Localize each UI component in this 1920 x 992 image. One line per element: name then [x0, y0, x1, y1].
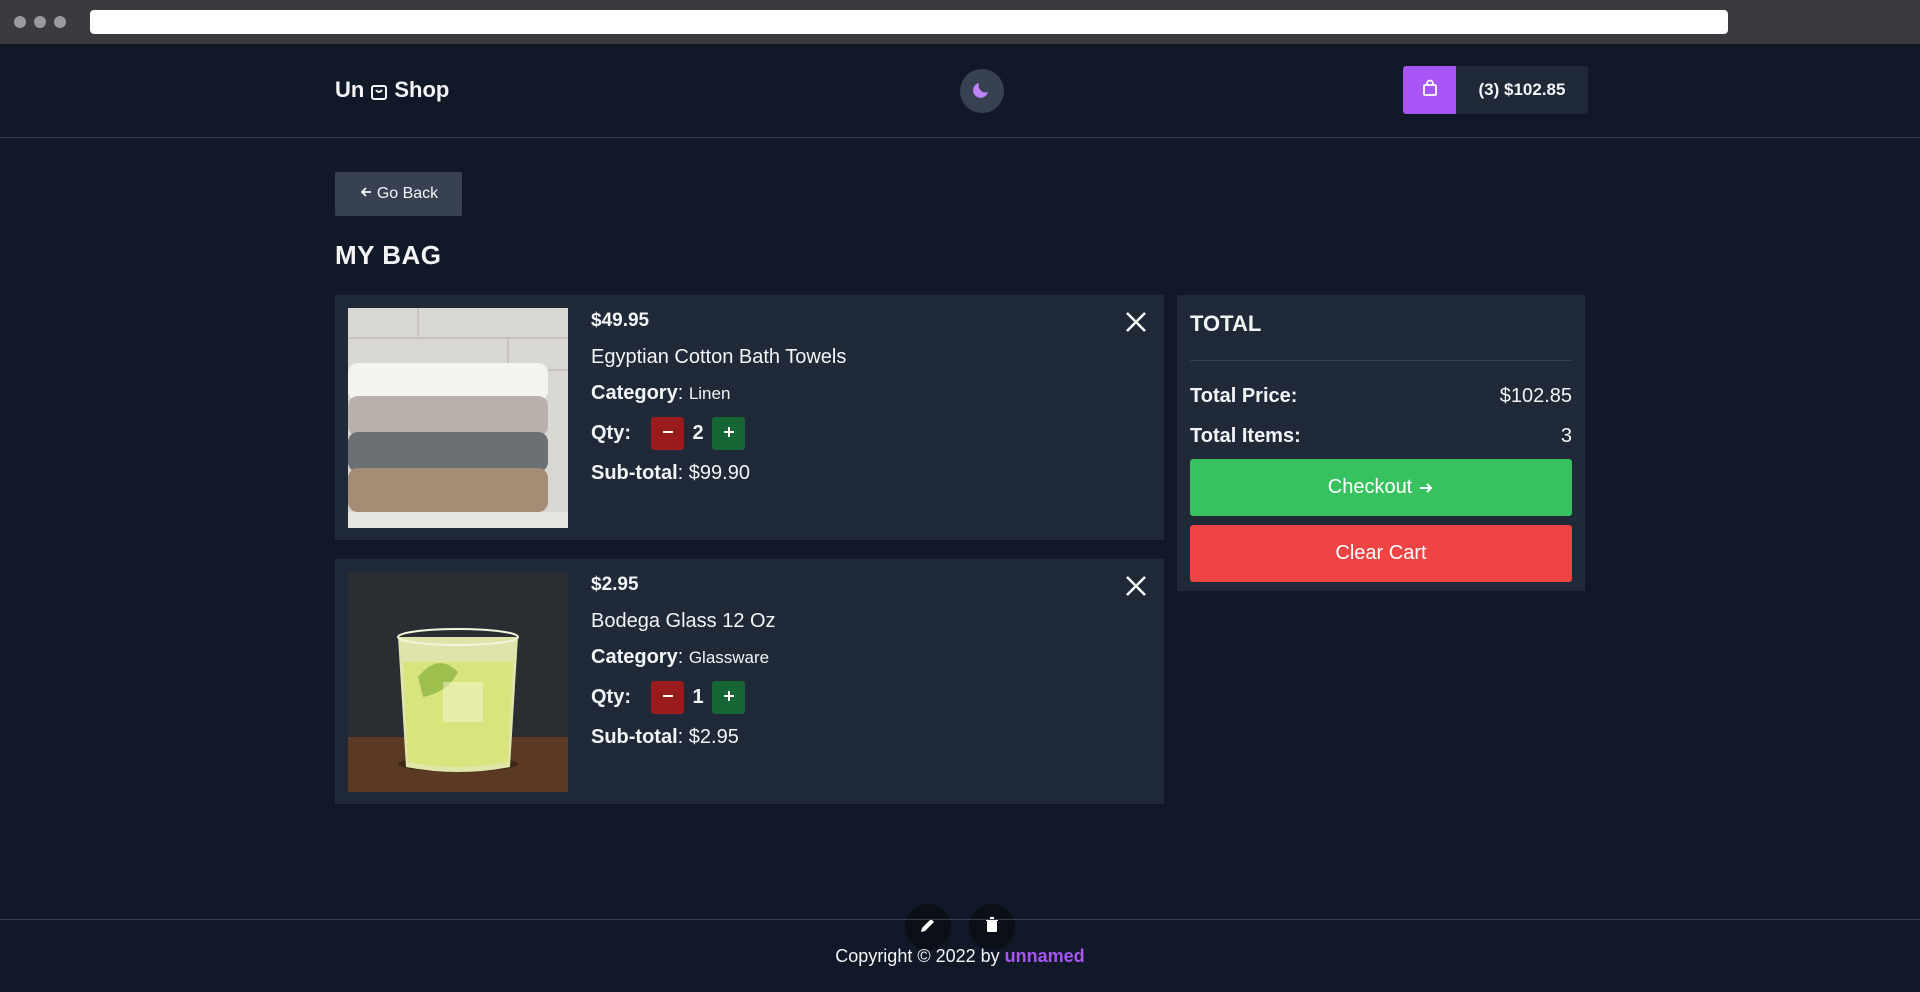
checkout-label: Checkout [1327, 476, 1413, 498]
subtotal-value: $99.90 [688, 462, 750, 484]
category-value: Linen [688, 384, 731, 403]
plus-icon [722, 422, 736, 445]
item-name[interactable]: Bodega Glass 12 Oz [591, 608, 776, 634]
site-header: Un Shop (3) $102.85 [0, 44, 1920, 138]
item-category: Category: Linen [591, 382, 731, 404]
cart-button[interactable]: (3) $102.85 [1403, 66, 1588, 114]
total-items-label: Total Items: [1190, 424, 1301, 447]
arrow-left-icon [359, 185, 373, 204]
increase-qty-button[interactable] [712, 680, 745, 714]
decrease-qty-button[interactable] [651, 416, 684, 450]
product-image-towels[interactable] [348, 308, 568, 528]
item-price: $49.95 [591, 310, 650, 331]
category-label: Category [591, 382, 678, 404]
item-name[interactable]: Egyptian Cotton Bath Towels [591, 344, 846, 370]
window-close-dot[interactable] [14, 16, 26, 28]
site-footer: Copyright © 2022 by unnamed [0, 919, 1920, 992]
copyright-text: Copyright © 2022 by unnamed [0, 946, 1920, 967]
remove-item-button[interactable] [1124, 574, 1148, 598]
subtotal-label: Sub-total [591, 462, 678, 484]
moon-icon [972, 79, 992, 104]
window-maximize-dot[interactable] [54, 16, 66, 28]
qty-label: Qty: [591, 421, 631, 444]
total-price-row: Total Price: $102.85 [1190, 376, 1572, 416]
subtotal-value: $2.95 [688, 726, 739, 748]
brand-link[interactable]: unnamed [1005, 946, 1085, 966]
subtotal-label: Sub-total [591, 726, 678, 748]
item-subtotal: Sub-total: $2.95 [591, 726, 739, 748]
shopping-bag-icon [370, 81, 388, 100]
item-details: $2.95 Bodega Glass 12 Oz Category: Glass… [591, 572, 776, 750]
product-image-glass[interactable] [348, 572, 568, 792]
item-category: Category: Glassware [591, 646, 770, 668]
go-back-label: Go Back [376, 185, 439, 202]
quantity-stepper: Qty: 1 [591, 680, 776, 714]
category-label: Category [591, 646, 678, 668]
total-price-label: Total Price: [1190, 384, 1298, 407]
copyright-prefix: Copyright © 2022 by [835, 946, 1000, 966]
arrow-right-icon [1418, 480, 1434, 496]
total-price-value: $102.85 [1499, 384, 1572, 407]
go-back-button[interactable]: Go Back [335, 172, 462, 216]
remove-item-button[interactable] [1124, 310, 1148, 334]
qty-label: Qty: [591, 685, 631, 708]
category-value: Glassware [688, 648, 770, 667]
logo-text-left: Un [335, 77, 365, 102]
total-items-value: 3 [1560, 424, 1572, 447]
shopping-bag-icon [1421, 79, 1439, 102]
cart-summary: (3) $102.85 [1456, 66, 1588, 114]
page-title: MY BAG [335, 240, 442, 270]
item-subtotal: Sub-total: $99.90 [591, 462, 750, 484]
close-icon [1124, 312, 1148, 338]
address-bar[interactable] [90, 10, 1728, 34]
minus-icon [661, 422, 675, 445]
qty-value: 2 [692, 421, 704, 444]
theme-toggle-button[interactable] [960, 69, 1004, 113]
increase-qty-button[interactable] [712, 416, 745, 450]
total-title: TOTAL [1190, 308, 1572, 361]
site-logo[interactable]: Un Shop [335, 77, 449, 103]
window-minimize-dot[interactable] [34, 16, 46, 28]
checkout-button[interactable]: Checkout [1190, 459, 1572, 516]
qty-value: 1 [692, 685, 704, 708]
browser-chrome [0, 0, 1920, 44]
quantity-stepper: Qty: 2 [591, 416, 846, 450]
total-panel: TOTAL Total Price: $102.85 Total Items: … [1177, 295, 1585, 591]
minus-icon [661, 686, 675, 709]
cart-icon-box [1403, 66, 1456, 114]
cart-item: $49.95 Egyptian Cotton Bath Towels Categ… [335, 295, 1164, 540]
logo-text-right: Shop [394, 77, 450, 102]
item-price: $2.95 [591, 574, 639, 595]
cart-item: $2.95 Bodega Glass 12 Oz Category: Glass… [335, 559, 1164, 804]
total-items-row: Total Items: 3 [1190, 416, 1572, 456]
close-icon [1124, 576, 1148, 602]
decrease-qty-button[interactable] [651, 680, 684, 714]
clear-cart-button[interactable]: Clear Cart [1190, 525, 1572, 582]
plus-icon [722, 686, 736, 709]
item-details: $49.95 Egyptian Cotton Bath Towels Categ… [591, 308, 846, 486]
